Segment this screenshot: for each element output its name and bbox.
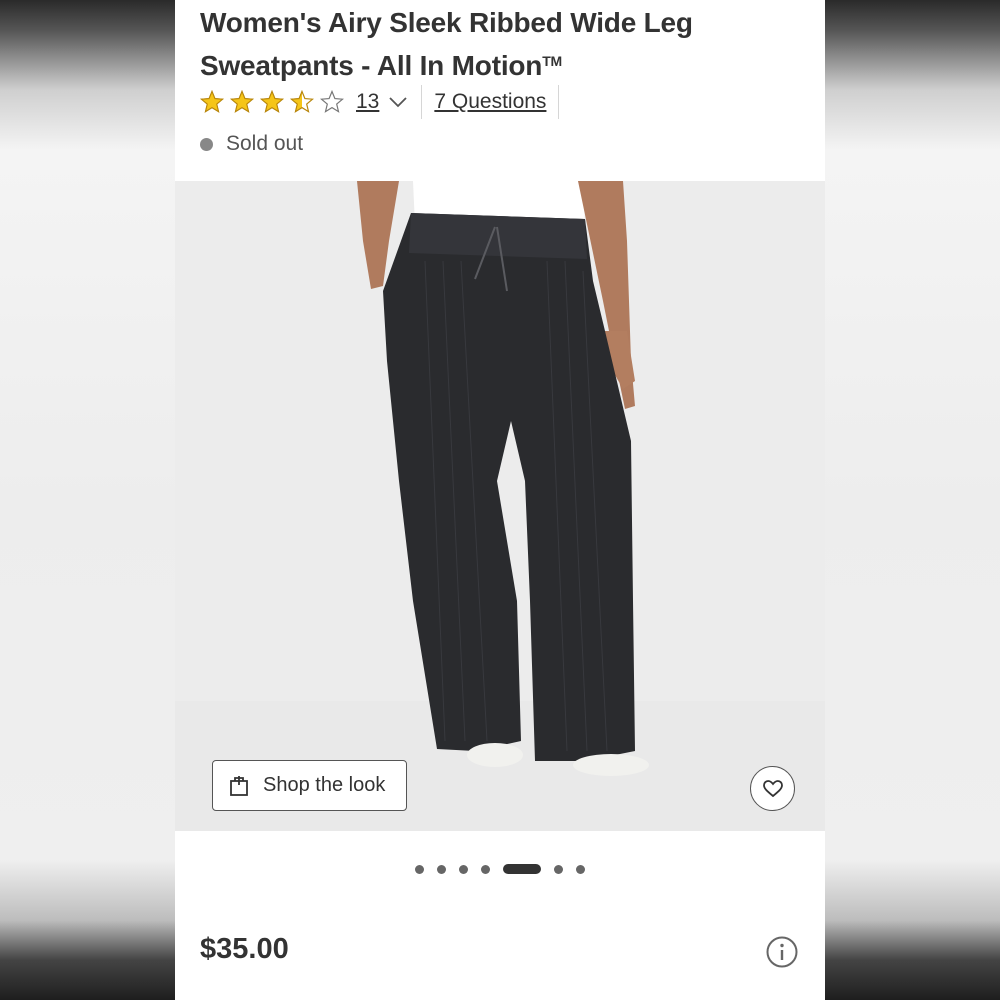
star-icon (230, 90, 254, 113)
pagination-dot[interactable] (481, 864, 490, 874)
blurred-left-gutter (0, 0, 175, 1000)
rating-row: 13 7 Questions (200, 84, 560, 120)
product-image (175, 181, 825, 831)
carousel-pagination (175, 862, 825, 876)
heart-icon (762, 779, 783, 797)
product-title: Women's Airy Sleek Ribbed Wide Leg Sweat… (200, 7, 693, 81)
product-price: $35.00 (200, 933, 289, 965)
review-count-link[interactable]: 13 (356, 90, 379, 114)
questions-link[interactable]: 7 Questions (434, 90, 546, 114)
star-icon (320, 90, 344, 113)
chevron-down-icon[interactable] (389, 96, 407, 108)
info-icon[interactable] (766, 936, 798, 968)
pagination-dot-active[interactable] (503, 864, 541, 874)
trademark-mark: TM (542, 53, 563, 69)
blurred-right-gutter (825, 0, 1000, 1000)
availability-text: Sold out (226, 132, 304, 155)
divider (558, 85, 560, 119)
pagination-dot[interactable] (459, 864, 468, 874)
shop-the-look-label: Shop the look (263, 774, 386, 796)
product-page: Women's Airy Sleek Ribbed Wide Leg Sweat… (175, 0, 825, 1000)
pagination-dot[interactable] (415, 864, 424, 874)
pagination-dot[interactable] (437, 864, 446, 874)
favorite-button[interactable] (750, 766, 795, 811)
star-icon (290, 90, 314, 113)
availability-status: Sold out (200, 132, 303, 156)
divider (421, 85, 423, 119)
shop-the-look-button[interactable]: Shop the look (212, 760, 407, 811)
pagination-dot[interactable] (576, 864, 585, 874)
product-image-carousel[interactable]: Shop the look (175, 181, 825, 831)
star-icon (260, 90, 284, 113)
status-dot (200, 137, 213, 151)
star-icon (200, 90, 224, 113)
star-rating[interactable] (200, 90, 350, 114)
pagination-dot[interactable] (554, 864, 563, 874)
shopping-bag-icon (230, 775, 248, 796)
